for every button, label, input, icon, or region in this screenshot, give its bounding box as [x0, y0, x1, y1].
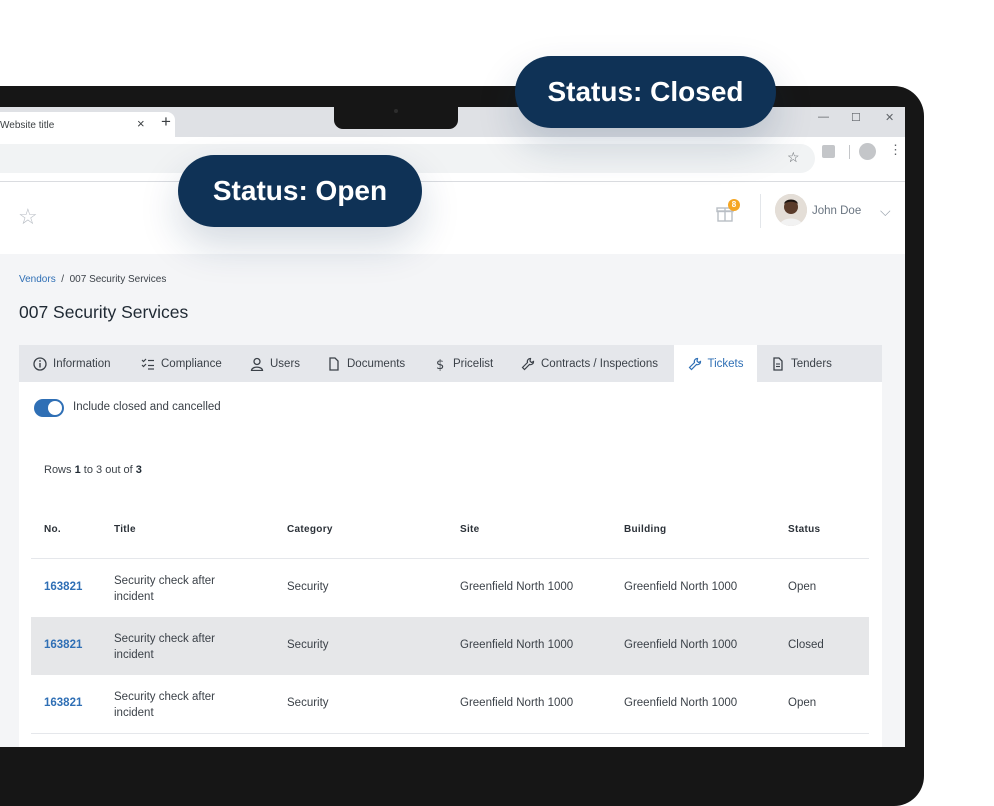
column-header-site[interactable]: Site: [460, 524, 480, 535]
rows-info-out-of: out of: [105, 464, 133, 476]
browser-profile-icon[interactable]: [859, 143, 876, 160]
screen: Website title × + — ☐ ✕ ☆ ⋮ ☆ 8 John Doe…: [0, 107, 905, 747]
checklist-icon: [141, 358, 154, 370]
page-title: 007 Security Services: [19, 302, 189, 322]
rows-info: Rows 1 to 3 out of 3: [44, 464, 142, 476]
ticket-category: Security: [287, 697, 329, 709]
tab-label: Pricelist: [453, 357, 494, 370]
tab-compliance[interactable]: Compliance: [141, 345, 222, 382]
ticket-building: Greenfield North 1000: [624, 639, 738, 651]
table-row[interactable]: 163821 Security check after incident Sec…: [31, 675, 869, 733]
file-text-icon: [773, 356, 783, 371]
browser-tab[interactable]: Website title ×: [0, 112, 175, 137]
user-icon: [250, 357, 264, 371]
ticket-status: Open: [788, 581, 817, 593]
header-divider: [760, 194, 761, 228]
ticket-number-link[interactable]: 163821: [44, 581, 82, 593]
column-header-building[interactable]: Building: [624, 524, 666, 535]
tab-tenders[interactable]: Tenders: [771, 345, 832, 382]
ticket-site: Greenfield North 1000: [460, 639, 574, 651]
camera-notch: [334, 106, 458, 129]
new-tab-icon[interactable]: +: [161, 113, 171, 130]
ticket-site: Greenfield North 1000: [460, 581, 574, 593]
close-window-icon[interactable]: ✕: [885, 111, 894, 124]
tab-information[interactable]: Information: [33, 345, 111, 382]
ticket-status: Closed: [788, 639, 824, 651]
avatar[interactable]: [775, 194, 807, 226]
browser-menu-icon[interactable]: ⋮: [889, 143, 902, 157]
column-header-title[interactable]: Title: [114, 524, 136, 535]
tab-label: Users: [270, 357, 301, 370]
ticket-title: Security check after incident: [114, 633, 215, 661]
extension-icon[interactable]: [822, 145, 835, 158]
breadcrumb-current: 007 Security Services: [69, 274, 167, 285]
bookmark-star-icon[interactable]: ☆: [787, 149, 800, 166]
tab-users[interactable]: Users: [250, 345, 300, 382]
breadcrumb-link-vendors[interactable]: Vendors: [19, 274, 56, 285]
ticket-category: Security: [287, 639, 329, 651]
svg-text:$: $: [436, 358, 444, 371]
favorite-star-icon[interactable]: ☆: [18, 204, 38, 230]
tab-label: Compliance: [161, 357, 222, 370]
tab-contracts-inspections[interactable]: Contracts / Inspections: [521, 345, 658, 382]
wrench-icon: [688, 357, 701, 370]
ticket-title: Security check after incident: [114, 575, 215, 603]
camera-icon: [394, 109, 398, 113]
breadcrumb-separator: /: [61, 274, 65, 285]
column-header-category[interactable]: Category: [287, 524, 333, 535]
rows-info-total: 3: [135, 464, 142, 476]
ticket-status: Open: [788, 697, 817, 709]
rows-info-to-word: to: [83, 464, 93, 476]
breadcrumb: Vendors / 007 Security Services: [19, 274, 166, 285]
table-row[interactable]: 163821 Security check after incident Sec…: [31, 559, 869, 617]
rows-info-prefix: Rows: [44, 464, 72, 476]
ticket-site: Greenfield North 1000: [460, 697, 574, 709]
ticket-title: Security check after incident: [114, 691, 215, 719]
table-row[interactable]: 163821 Security check after incident Sec…: [31, 617, 869, 675]
app-header: ☆ 8 John Doe ⌵: [0, 182, 905, 254]
status-closed-callout: Status: Closed: [515, 56, 776, 128]
include-closed-toggle[interactable]: [34, 399, 64, 417]
tab-label: Documents: [347, 357, 406, 370]
tab-label: Contracts / Inspections: [541, 357, 658, 370]
tab-label: Information: [53, 357, 111, 370]
tab-pricelist[interactable]: $ Pricelist: [433, 345, 493, 382]
rows-info-to: 3: [96, 464, 103, 476]
close-tab-icon[interactable]: ×: [137, 116, 145, 131]
ticket-number-link[interactable]: 163821: [44, 697, 82, 709]
chevron-down-icon[interactable]: ⌵: [880, 203, 891, 220]
status-open-callout: Status: Open: [178, 155, 422, 227]
browser-tab-title: Website title: [0, 120, 55, 131]
tab-documents[interactable]: Documents: [327, 345, 405, 382]
vendor-tabs: Information Compliance Users Documents $…: [19, 345, 882, 382]
browser-toolbar: ☆: [0, 137, 905, 182]
ticket-number-link[interactable]: 163821: [44, 639, 82, 651]
tab-tickets[interactable]: Tickets: [674, 345, 757, 382]
tickets-panel: Include closed and cancelled Rows 1 to 3…: [19, 382, 882, 747]
minimize-icon[interactable]: —: [818, 111, 829, 123]
column-header-status[interactable]: Status: [788, 524, 820, 535]
avatar-photo-icon: [775, 194, 807, 226]
dollar-icon: $: [436, 358, 444, 371]
column-header-no[interactable]: No.: [44, 524, 61, 535]
wrench-icon: [521, 357, 535, 370]
tab-label: Tickets: [707, 357, 744, 370]
ticket-category: Security: [287, 581, 329, 593]
table-divider: [31, 733, 869, 734]
document-icon: [329, 356, 339, 371]
rows-info-from: 1: [74, 464, 81, 476]
info-icon: [33, 356, 47, 371]
notification-badge: 8: [728, 199, 740, 211]
include-closed-label: Include closed and cancelled: [73, 401, 221, 413]
tab-label: Tenders: [791, 357, 832, 370]
ticket-building: Greenfield North 1000: [624, 697, 738, 709]
user-name[interactable]: John Doe: [812, 205, 861, 217]
toolbar-divider: [849, 145, 850, 159]
ticket-building: Greenfield North 1000: [624, 581, 738, 593]
maximize-icon[interactable]: ☐: [851, 111, 861, 124]
toggle-knob: [48, 401, 62, 415]
